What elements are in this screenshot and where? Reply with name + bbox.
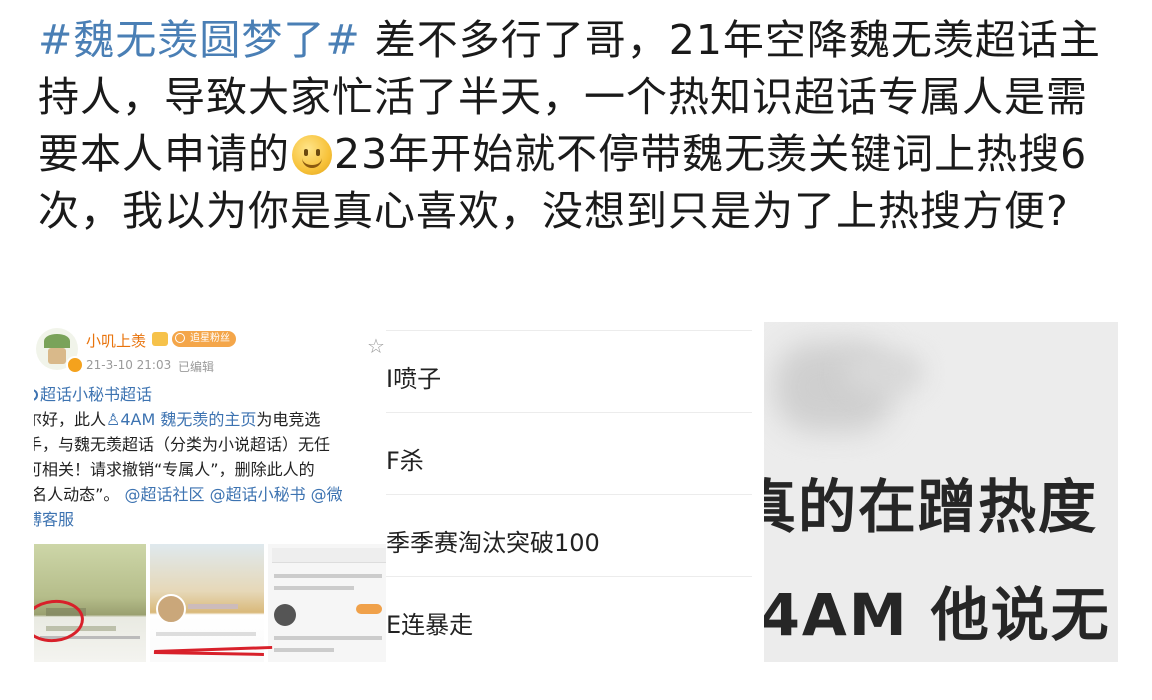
- image-thumbnail[interactable]: [268, 544, 390, 662]
- list-item[interactable]: I喷子: [386, 330, 752, 412]
- screenshot-zoomed-text: 真的在蹭热度 J4AM 他说无: [764, 322, 1118, 662]
- post-time: 21-3-10 21:03: [86, 358, 172, 372]
- verified-badge-icon: [66, 356, 84, 374]
- red-underline-annotation: [153, 643, 265, 656]
- supertopic-link[interactable]: 超话小秘书超话: [34, 382, 390, 407]
- zoomed-text-line: 真的在蹭热度: [764, 473, 1099, 541]
- list-item[interactable]: F杀: [386, 412, 752, 494]
- list-item[interactable]: 季季赛淘汰突破100: [386, 494, 752, 576]
- star-icon[interactable]: ☆: [367, 334, 385, 358]
- smile-emoji-icon: [292, 135, 332, 175]
- screenshot-weibo-post[interactable]: 小叽上羡 追星粉丝 21-3-10 21:03 已编辑 ☆ 超话小秘书超话 尔好…: [34, 322, 390, 662]
- blurred-region: [844, 352, 924, 392]
- crown-icon: [152, 332, 168, 346]
- mention-link-tail[interactable]: 博客服: [34, 507, 390, 532]
- zoomed-text-line: J4AM 他说无: [764, 581, 1111, 649]
- mention-links[interactable]: @超话社区 @超话小秘书 @微: [124, 485, 342, 504]
- edited-label: 已编辑: [178, 360, 215, 374]
- topic-hashtag-link[interactable]: #魏无羡圆梦了#: [38, 16, 361, 64]
- user-profile-link[interactable]: ♙4AM 魏无羡的主页: [106, 410, 256, 429]
- image-grid: [34, 544, 390, 662]
- author-name[interactable]: 小叽上羡: [86, 330, 146, 351]
- weibo-post: #魏无羡圆梦了# 差不多行了哥，21年空降魏无羡超话主持人，导致大家忙活了半天，…: [38, 12, 1128, 240]
- screenshot-hot-search-list: I喷子 F杀 季季赛淘汰突破100 E连暴走: [386, 322, 752, 662]
- list-item[interactable]: E连暴走: [386, 576, 752, 658]
- fan-tag-badge: 追星粉丝: [172, 331, 236, 347]
- post-body: 超话小秘书超话 尔好，此人♙4AM 魏无羡的主页为电竞选 手，与魏无羡超话（分类…: [34, 382, 390, 532]
